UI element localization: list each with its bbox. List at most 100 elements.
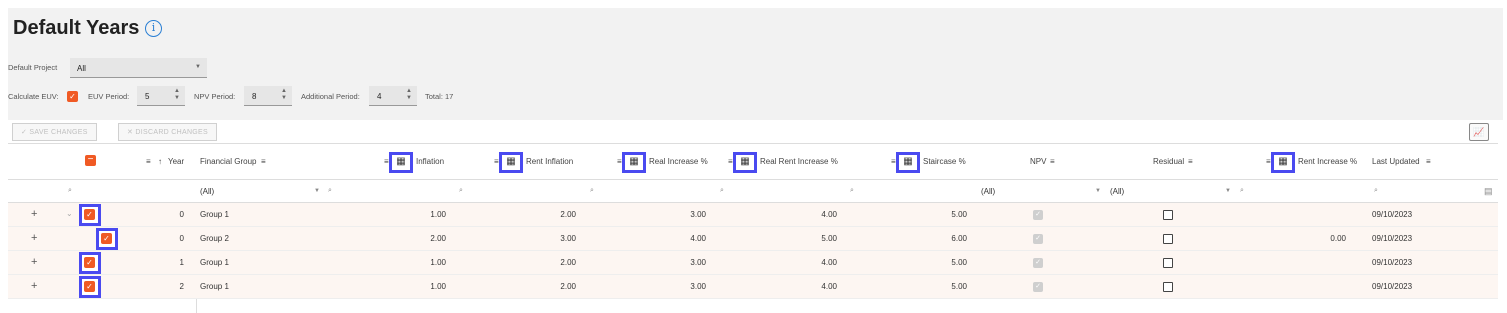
chevron-down-icon[interactable]: ▼ — [1225, 188, 1231, 194]
table-row[interactable]: + ✓ 0 Group 2 2.00 3.00 4.00 5.00 6.00 ✓… — [8, 227, 1498, 251]
chevron-down-icon[interactable]: ▼ — [174, 95, 180, 101]
cell-staircase: 5.00 — [951, 210, 967, 219]
default-project-label: Default Project — [8, 63, 58, 72]
cell-real-rent-increase: 4.00 — [821, 210, 837, 219]
discard-changes-label: DISCARD CHANGES — [135, 129, 208, 136]
column-calc-icon[interactable]: ▦ — [1271, 152, 1295, 173]
euv-period-stepper[interactable]: 5 ▲ ▼ — [137, 86, 185, 106]
search-icon[interactable]: ⌕ — [1374, 187, 1378, 195]
filter-financial-group[interactable]: (All) — [200, 187, 214, 196]
filter-icon[interactable]: ≡ — [261, 157, 266, 166]
filter-icon[interactable]: ≡ — [1188, 157, 1193, 166]
filter-icon[interactable]: ≡ — [1426, 157, 1431, 166]
residual-checkbox[interactable] — [1163, 258, 1173, 268]
filter-icon[interactable]: ≡ — [891, 157, 896, 166]
residual-checkbox[interactable] — [1163, 282, 1173, 292]
chevron-up-icon[interactable]: ▲ — [281, 88, 287, 94]
chevron-up-icon[interactable]: ▲ — [406, 88, 412, 94]
discard-changes-button[interactable]: ✕ DISCARD CHANGES — [118, 123, 217, 141]
chart-icon[interactable]: 📈 — [1469, 123, 1489, 141]
column-calc-icon[interactable]: ▦ — [733, 152, 757, 173]
cell-financial-group: Group 2 — [200, 234, 229, 243]
npv-checkbox: ✓ — [1033, 234, 1043, 244]
default-project-select[interactable]: All ▼ — [70, 58, 207, 78]
chevron-down-icon[interactable]: ▼ — [314, 188, 320, 194]
cell-rent-increase: 0.00 — [1330, 234, 1346, 243]
npv-checkbox: ✓ — [1033, 210, 1043, 220]
expand-icon[interactable]: + — [31, 208, 37, 220]
cell-year: 0 — [179, 210, 184, 219]
chevron-down-icon[interactable]: ▼ — [406, 95, 412, 101]
header-npv[interactable]: NPV — [1030, 157, 1046, 166]
filter-icon[interactable]: ≡ — [728, 157, 733, 166]
filter-npv[interactable]: (All) — [981, 187, 995, 196]
search-icon[interactable]: ⌕ — [1240, 187, 1244, 195]
header-last-updated[interactable]: Last Updated — [1372, 157, 1420, 166]
sort-asc-icon[interactable]: ↑ — [158, 157, 162, 166]
header-rent-increase[interactable]: Rent Increase % — [1298, 157, 1357, 166]
chevron-down-icon: ▼ — [195, 64, 201, 70]
header-year[interactable]: Year — [168, 157, 184, 166]
search-icon[interactable]: ⌕ — [459, 187, 463, 195]
filter-icon[interactable]: ≡ — [384, 157, 389, 166]
column-calc-icon[interactable]: ▦ — [499, 152, 523, 173]
row-checkbox[interactable]: ✓ — [96, 228, 118, 250]
table-row[interactable]: + ✓ 1 Group 1 1.00 2.00 3.00 4.00 5.00 ✓… — [8, 251, 1498, 275]
cell-real-increase: 3.00 — [690, 282, 706, 291]
chevron-down-icon[interactable]: ▼ — [281, 95, 287, 101]
filter-icon[interactable]: ≡ — [146, 157, 151, 166]
cell-staircase: 5.00 — [951, 258, 967, 267]
cell-year: 2 — [179, 282, 184, 291]
residual-checkbox[interactable] — [1163, 210, 1173, 220]
cell-real-rent-increase: 5.00 — [821, 234, 837, 243]
data-grid: − ≡ ↑ Year Financial Group ≡ ≡ ▦ Inflati… — [8, 143, 1498, 313]
cell-last-updated: 09/10/2023 — [1372, 210, 1413, 219]
cell-real-increase: 3.00 — [690, 210, 706, 219]
cell-last-updated: 09/10/2023 — [1372, 234, 1413, 243]
header-real-rent-increase[interactable]: Real Rent Increase % — [760, 157, 838, 166]
row-checkbox[interactable]: ✓ — [79, 252, 101, 274]
calculate-euv-checkbox[interactable]: ✓ — [67, 91, 78, 102]
column-calc-icon[interactable]: ▦ — [622, 152, 646, 173]
additional-period-stepper[interactable]: 4 ▲ ▼ — [369, 86, 417, 106]
header-rent-inflation[interactable]: Rent Inflation — [526, 157, 573, 166]
expand-icon[interactable]: + — [31, 256, 37, 268]
select-all-checkbox[interactable]: − — [85, 155, 96, 166]
search-icon[interactable]: ⌕ — [328, 187, 332, 195]
chevron-down-icon[interactable]: ▼ — [1095, 188, 1101, 194]
search-icon[interactable]: ⌕ — [850, 187, 854, 195]
row-checkbox[interactable]: ✓ — [79, 276, 101, 298]
expand-icon[interactable]: + — [31, 232, 37, 244]
header-staircase[interactable]: Staircase % — [923, 157, 966, 166]
filter-icon[interactable]: ≡ — [617, 157, 622, 166]
filter-icon[interactable]: ≡ — [1050, 157, 1055, 166]
search-icon[interactable]: ⌕ — [68, 187, 72, 195]
header-residual[interactable]: Residual — [1153, 157, 1184, 166]
additional-period-label: Additional Period: — [301, 92, 360, 101]
info-icon[interactable]: i — [145, 20, 162, 37]
table-row[interactable]: + ⌄ ✓ 0 Group 1 1.00 2.00 3.00 4.00 5.00… — [8, 203, 1498, 227]
filter-icon[interactable]: ≡ — [1266, 157, 1271, 166]
euv-period-value: 5 — [145, 92, 150, 101]
filter-residual[interactable]: (All) — [1110, 187, 1124, 196]
header-real-increase[interactable]: Real Increase % — [649, 157, 708, 166]
calculate-euv-label: Calculate EUV: — [8, 92, 59, 101]
table-row[interactable]: + ✓ 2 Group 1 1.00 2.00 3.00 4.00 5.00 ✓… — [8, 275, 1498, 299]
residual-checkbox[interactable] — [1163, 234, 1173, 244]
check-icon: ✓ — [21, 129, 28, 136]
header-financial-group[interactable]: Financial Group — [200, 157, 256, 166]
npv-period-stepper[interactable]: 8 ▲ ▼ — [244, 86, 292, 106]
column-calc-icon[interactable]: ▦ — [896, 152, 920, 173]
filter-icon[interactable]: ≡ — [494, 157, 499, 166]
calendar-icon[interactable]: ▤ — [1484, 186, 1493, 197]
save-changes-button[interactable]: ✓ SAVE CHANGES — [12, 123, 97, 141]
row-checkbox[interactable]: ✓ — [79, 204, 101, 226]
chevron-down-icon[interactable]: ⌄ — [66, 209, 73, 218]
expand-icon[interactable]: + — [31, 280, 37, 292]
chevron-up-icon[interactable]: ▲ — [174, 88, 180, 94]
search-icon[interactable]: ⌕ — [720, 187, 724, 195]
search-icon[interactable]: ⌕ — [590, 187, 594, 195]
column-calc-icon[interactable]: ▦ — [389, 152, 413, 173]
cell-inflation: 2.00 — [430, 234, 446, 243]
header-inflation[interactable]: Inflation — [416, 157, 444, 166]
